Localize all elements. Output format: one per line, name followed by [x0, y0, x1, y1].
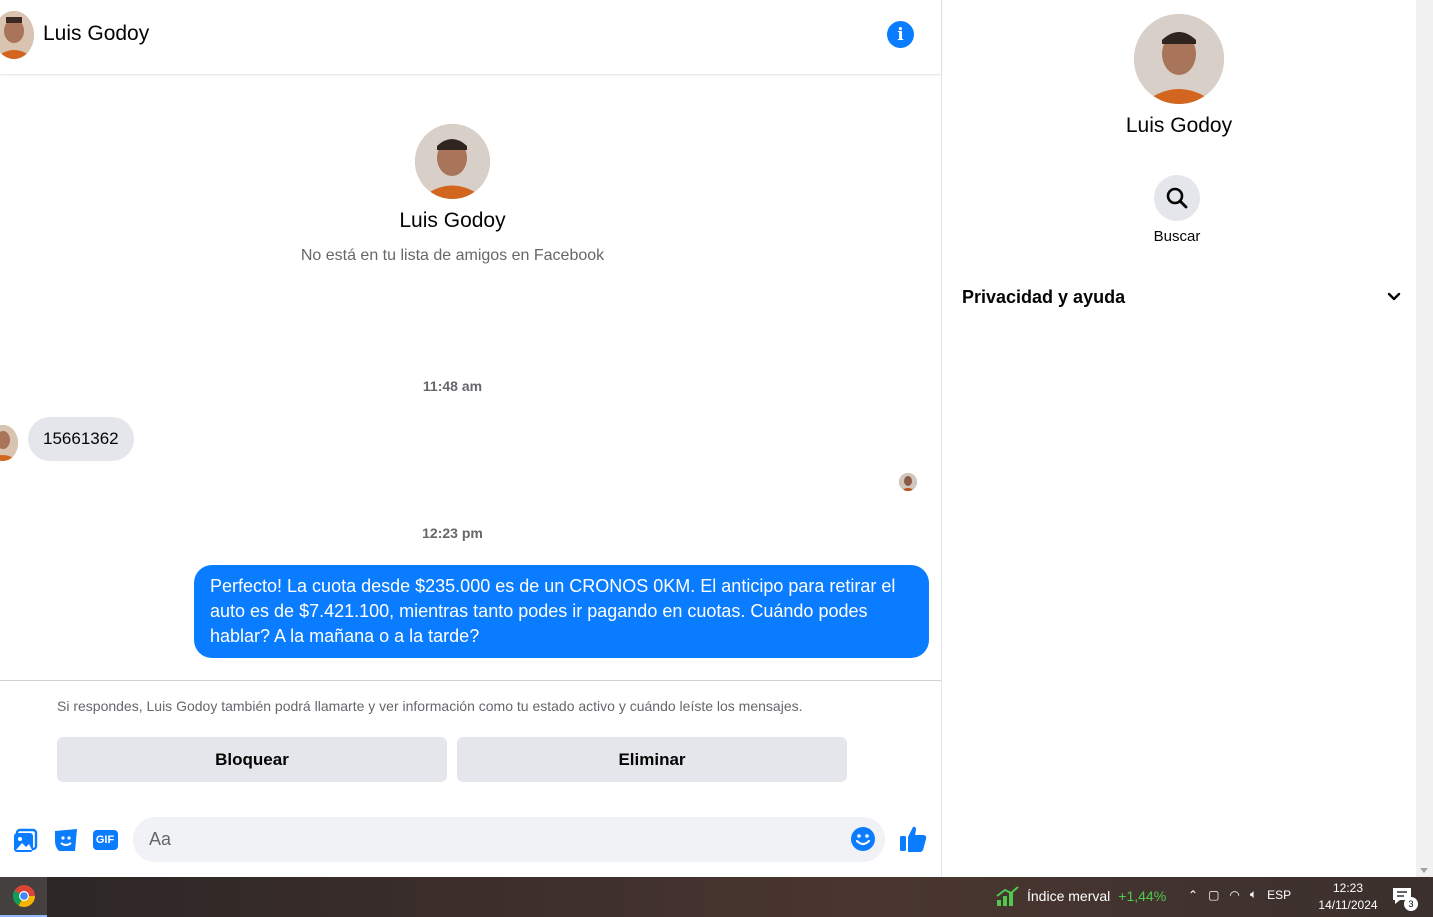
delete-button[interactable]: Eliminar	[457, 737, 847, 782]
ticker-label: Índice merval	[1027, 888, 1111, 904]
chart-up-icon	[996, 886, 1019, 906]
chevron-down-icon	[1387, 292, 1401, 301]
clock-time: 12:23	[1332, 881, 1364, 895]
notification-count: 3	[1404, 897, 1418, 911]
stock-ticker-widget[interactable]: Índice merval +1,44%	[995, 886, 1166, 906]
chrome-taskbar-button[interactable]	[0, 877, 47, 917]
block-button[interactable]: Bloquear	[57, 737, 447, 782]
message-timestamp: 11:48 am	[422, 378, 483, 394]
details-name: Luis Godoy	[1125, 114, 1233, 137]
conversation-intro: Luis Godoy No está en tu lista de amigos…	[0, 124, 905, 265]
privacy-help-label: Privacidad y ayuda	[962, 286, 1126, 307]
chat-header: Luis Godoy i	[0, 0, 941, 74]
language-indicator[interactable]: ESP	[1267, 888, 1291, 902]
details-avatar[interactable]	[1134, 14, 1224, 104]
sender-avatar	[0, 425, 18, 461]
divider	[0, 680, 941, 681]
reply-notice: Si respondes, Luis Godoy también podrá l…	[57, 698, 803, 714]
info-icon[interactable]: i	[887, 21, 914, 48]
chat-panel: Luis Godoy i Luis Godoy No está en tu li…	[0, 0, 942, 877]
contact-name[interactable]: Luis Godoy	[43, 22, 149, 46]
incoming-message[interactable]: 15661362	[28, 417, 134, 461]
os-taskbar: Índice merval +1,44% ⌃ ▢ ◠ 🔈︎ ESP 12:23 …	[0, 877, 1433, 917]
system-clock[interactable]: 12:23 14/11/2024	[1318, 880, 1378, 914]
search-label[interactable]: Buscar	[942, 228, 1412, 245]
system-tray: ⌃ ▢ ◠ 🔈︎ ESP	[1188, 887, 1291, 902]
wifi-icon[interactable]: ◠	[1229, 888, 1239, 902]
chrome-icon	[12, 885, 35, 907]
thumbs-up-icon[interactable]	[898, 824, 928, 854]
camera-icon[interactable]: ▢	[1208, 888, 1219, 902]
outgoing-message[interactable]: Perfecto! La cuota desde $235.000 es de …	[194, 565, 929, 658]
search-icon	[1166, 187, 1188, 209]
scroll-down-arrow[interactable]	[1420, 868, 1428, 873]
emoji-icon[interactable]	[850, 826, 876, 852]
contact-avatar[interactable]	[0, 11, 34, 59]
gif-icon[interactable]: GIF	[92, 827, 118, 853]
ticker-value: +1,44%	[1118, 888, 1167, 904]
search-button[interactable]	[1154, 175, 1200, 221]
sticker-icon[interactable]	[53, 827, 79, 853]
privacy-help-section[interactable]: Privacidad y ayuda	[962, 283, 1402, 311]
intro-avatar[interactable]	[415, 124, 490, 199]
intro-subtitle: No está en tu lista de amigos en Faceboo…	[300, 247, 605, 264]
notification-center-button[interactable]: 3	[1392, 887, 1418, 911]
photo-icon[interactable]	[13, 827, 39, 853]
scrollbar[interactable]	[1416, 0, 1433, 877]
conversation-details-panel: Luis Godoy Buscar Privacidad y ayuda	[942, 0, 1416, 877]
messenger-app: Luis Godoy i Luis Godoy No está en tu li…	[0, 0, 1433, 877]
seen-indicator-avatar	[899, 473, 917, 491]
intro-name: Luis Godoy	[399, 209, 506, 232]
message-timestamp: 12:23 pm	[422, 525, 483, 541]
clock-date: 14/11/2024	[1318, 898, 1378, 912]
message-input[interactable]	[133, 817, 885, 862]
volume-icon[interactable]: 🔈︎	[1250, 887, 1257, 902]
chevron-up-icon[interactable]: ⌃	[1188, 888, 1198, 902]
